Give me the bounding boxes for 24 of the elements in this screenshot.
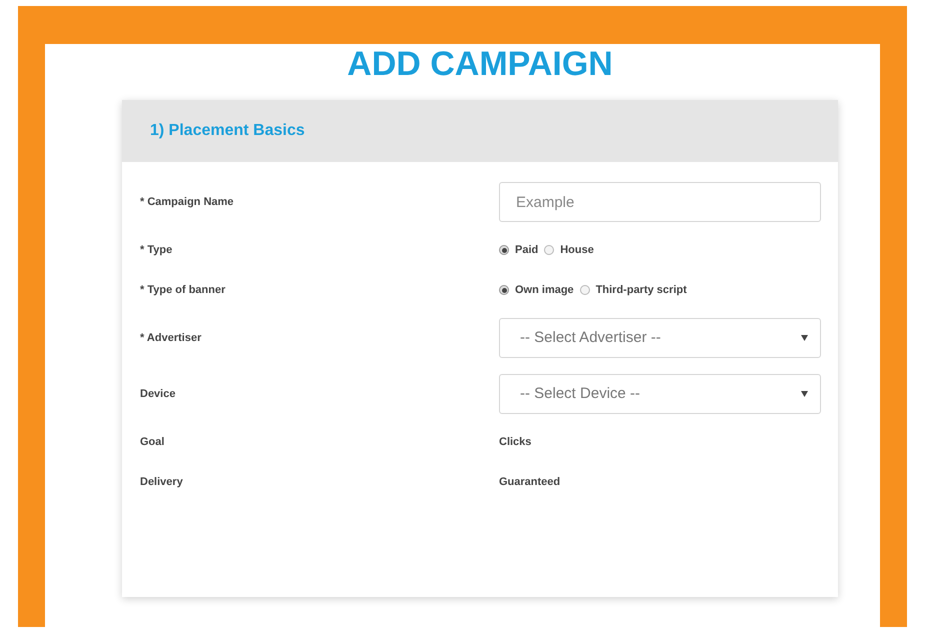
field-label: Delivery [140, 474, 184, 490]
radio-option[interactable]: Third-party script [580, 282, 687, 298]
radio-button[interactable] [499, 285, 509, 295]
radio-button[interactable] [580, 285, 590, 295]
radio-option[interactable]: House [544, 242, 594, 258]
radio-button[interactable] [499, 245, 509, 255]
radio-button[interactable] [544, 245, 554, 255]
caret-icon [801, 335, 808, 341]
caret-icon [801, 391, 808, 397]
field-label: * Campaign Name [140, 194, 235, 210]
field-label: Device [140, 386, 176, 402]
field-label: Goal [140, 434, 166, 450]
dropdown-select[interactable]: -- Select Advertiser -- [499, 318, 821, 358]
field-label: * Type [140, 242, 174, 258]
field-label: * Type of banner [140, 282, 226, 298]
field-value: Clicks [499, 434, 532, 450]
dropdown-select[interactable]: -- Select Device -- [499, 374, 821, 414]
radio-option[interactable]: Paid [499, 242, 538, 258]
page-title: ADD CAMPAIGN [346, 44, 614, 84]
field-value: Guaranteed [499, 474, 560, 490]
radio-option[interactable]: Own image [499, 282, 574, 298]
field-label: * Advertiser [140, 330, 202, 346]
section-heading: 1) Placement Basics [150, 121, 305, 141]
campaign-name-field[interactable]: Example [499, 182, 821, 222]
